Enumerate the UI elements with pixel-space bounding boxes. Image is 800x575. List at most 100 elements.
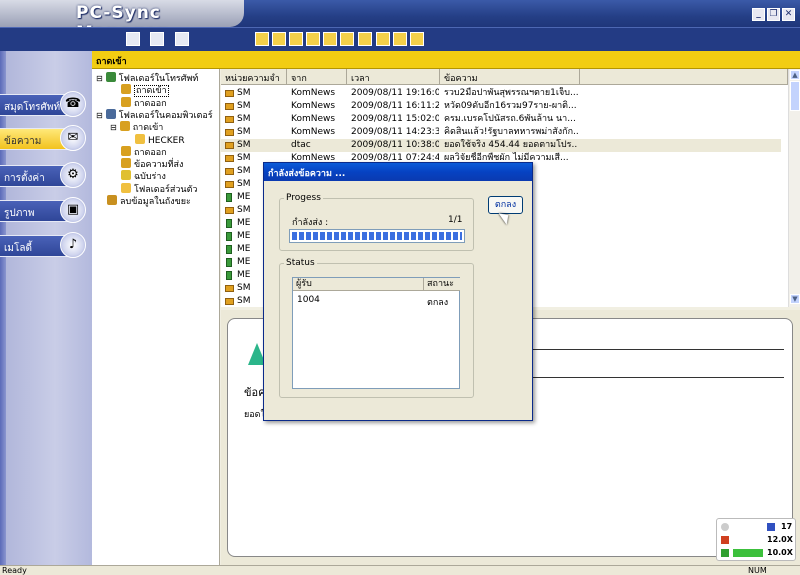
memory-me-icon — [226, 245, 232, 254]
minimize-button[interactable]: _ — [752, 8, 765, 21]
progress-bar — [289, 229, 465, 243]
row-memory: SM — [237, 101, 251, 111]
list-col-header[interactable]: ข้อความ — [440, 69, 580, 85]
progress-legend: Progess — [286, 193, 321, 203]
mail-reply-icon[interactable] — [306, 32, 320, 46]
memory-me-icon — [226, 232, 232, 241]
memory-sim-icon — [225, 207, 234, 214]
sending-count: 1/1 — [448, 215, 463, 225]
battery-icon — [721, 549, 729, 557]
table-row[interactable]: SM KomNews 2009/08/11 16:11:22 หวัด09ดับอีก… — [221, 100, 781, 113]
help-icon[interactable] — [175, 32, 189, 46]
list-scrollbar[interactable]: ▲ ▼ — [788, 69, 800, 307]
tree-expander-icon[interactable]: ⊟ — [96, 111, 103, 120]
row-time: 2009/08/11 15:02:01 — [351, 114, 439, 124]
list-col-header[interactable]: หน่วยความจำ — [221, 69, 287, 85]
row-memory: SM — [237, 140, 251, 150]
folder-icon — [121, 182, 131, 193]
tree-item[interactable]: HECKER — [124, 133, 185, 147]
mail-send-icon[interactable] — [289, 32, 303, 46]
list-icon[interactable] — [358, 32, 372, 46]
phonebook-icon: ☎ — [60, 91, 86, 117]
scroll-thumb[interactable] — [790, 81, 800, 111]
tree-item[interactable]: โฟลเดอร์ส่วนตัว — [110, 182, 197, 196]
dialog-title: กำลังส่งข้อความ ... — [264, 163, 532, 181]
inbox-icon — [119, 121, 130, 132]
memory-sim-icon — [225, 116, 234, 123]
tree-item[interactable]: ถาดเข้า — [110, 84, 169, 98]
computer-icon — [105, 108, 116, 119]
tree-item-label: ข้อความที่ส่ง — [134, 160, 184, 171]
delete-icon[interactable] — [376, 32, 390, 46]
scroll-down-icon[interactable]: ▼ — [790, 294, 800, 304]
message-icon: ✉ — [60, 125, 86, 151]
progress-fill — [292, 232, 462, 240]
row-memory: SM — [237, 127, 251, 137]
memory-me-icon — [226, 219, 232, 228]
memory-sim-icon — [225, 129, 234, 136]
tree-expander-icon[interactable]: ⊟ — [110, 123, 117, 132]
row-time: 2009/08/11 14:23:37 — [351, 127, 439, 137]
row-from: KomNews — [291, 127, 336, 137]
preview-body: ยอดใ — [244, 410, 265, 420]
status-text: Ready — [2, 566, 27, 575]
tree-item-label: ฉบับร่าง — [134, 172, 166, 183]
row-from: KomNews — [291, 114, 336, 124]
status-legend: Status — [286, 258, 315, 268]
tree-item-label: โฟลเดอร์ในโทรศัพท์ — [118, 74, 199, 84]
folder-header: ถาดเข้า — [92, 51, 800, 69]
restore-button[interactable]: ❐ — [767, 8, 780, 21]
settings-icon: ⚙ — [60, 162, 86, 188]
copy-icon[interactable] — [340, 32, 354, 46]
memory-sim-icon — [225, 298, 234, 305]
table-row[interactable]: SM KomNews 2009/08/11 15:02:01 ครม.เบรคโปนั… — [221, 113, 781, 126]
tree-item-label: HECKER — [148, 135, 185, 146]
app-title: PC-Sync Manager — [0, 0, 244, 43]
mail-open-icon[interactable] — [255, 32, 269, 46]
mail-icon[interactable] — [272, 32, 286, 46]
tree-item[interactable]: ⊟ โฟลเดอร์ในโทรศัพท์ — [96, 72, 198, 85]
tree-item[interactable]: ⊟ ถาดเข้า — [110, 121, 163, 134]
close-button[interactable]: ✕ — [782, 8, 795, 21]
tree-item[interactable]: ⊟ โฟลเดอร์ในคอมพิวเตอร์ — [96, 108, 213, 122]
tree-item-label: ถาดออก — [134, 147, 167, 158]
status-col-state[interactable]: สถานะ — [424, 278, 460, 291]
page-icon[interactable] — [126, 32, 140, 46]
globe-icon[interactable] — [410, 32, 424, 46]
row-memory: SM — [237, 114, 251, 124]
tree-item[interactable]: ฉบับร่าง — [110, 170, 166, 183]
memory-me-icon — [226, 271, 232, 280]
status-bar: Ready NUM — [0, 565, 800, 575]
tree-item[interactable]: ถาดออก — [110, 145, 167, 159]
tree-item-label: โฟลเดอร์ในคอมพิวเตอร์ — [118, 110, 213, 121]
picture-icon: ▣ — [60, 197, 86, 223]
folder-tree: ⊟ โฟลเดอร์ในโทรศัพท์ ถาดเข้า ถาดออก ⊟ โฟลเดอร… — [92, 69, 220, 565]
table-row[interactable]: SM KomNews 2009/08/11 19:16:00 รวบ2มือปาพัน… — [221, 87, 781, 100]
row-message: ครม.เบรคโปนัสรถ.6พันล้าน นา... — [444, 114, 576, 124]
book-icon[interactable] — [393, 32, 407, 46]
tree-item[interactable]: ข้อความที่ส่ง — [110, 158, 183, 171]
list-col-header[interactable]: เวลา — [347, 69, 440, 85]
tree-item-label: ถาดเข้า — [132, 123, 164, 134]
tree-item[interactable]: ลบข้อมูลในถังขยะ — [96, 195, 191, 208]
memory-sim-icon — [225, 155, 234, 162]
status-table: ผู้รับ สถานะ 1004 ตกลง — [292, 277, 460, 389]
tree-item-label: ถาดเข้า — [134, 85, 169, 98]
sending-label: กำลังส่ง : — [292, 218, 329, 228]
status-col-recipient[interactable]: ผู้รับ — [293, 278, 424, 291]
memory-sim-icon — [225, 90, 234, 97]
tool-icon[interactable] — [323, 32, 337, 46]
table-row[interactable]: SM KomNews 2009/08/11 14:23:37 คิดสินแล้ว!ร… — [221, 126, 781, 139]
indicator-value-2: 12.0X — [767, 535, 793, 544]
row-time: 2009/08/11 16:11:22 — [351, 101, 439, 111]
scroll-up-icon[interactable]: ▲ — [790, 70, 800, 80]
row-message: คิดสินแล้ว!รัฐบาลทหารพม่าสั่งกัก... — [444, 127, 578, 137]
edit-icon[interactable] — [150, 32, 164, 46]
table-row[interactable]: SM dtac 2009/08/11 10:38:03 ยอดใช้จริง 454.… — [221, 139, 781, 152]
row-message: หวัด09ดับอีก16รวม97ราย-ผาติ... — [444, 101, 577, 111]
list-col-header[interactable]: จาก — [287, 69, 347, 85]
row-from: dtac — [291, 140, 311, 150]
tree-item[interactable]: ถาดออก — [110, 96, 167, 110]
row-message: ยอดใช้จริง 454.44 ยอดตามโปร... — [444, 140, 578, 150]
tree-expander-icon[interactable]: ⊟ — [96, 74, 103, 83]
